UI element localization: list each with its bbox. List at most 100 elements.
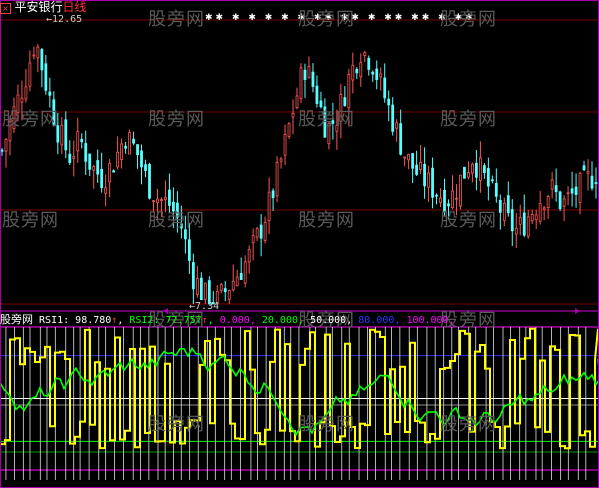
candle-up <box>92 166 96 171</box>
candle-down <box>399 123 403 155</box>
candle-up <box>502 203 506 221</box>
candle-down <box>387 98 391 106</box>
candle-up <box>36 46 40 59</box>
candle-down <box>367 57 371 70</box>
candle-down <box>44 63 48 91</box>
candle-up <box>291 113 295 118</box>
candle-up <box>20 97 24 103</box>
candle-down <box>80 138 84 143</box>
legend-rsi2: RSI2: 77.757↑, <box>129 315 220 326</box>
candle-up <box>299 67 303 99</box>
period-label[interactable]: 日线 <box>63 0 87 14</box>
candle-down <box>582 165 586 171</box>
candle-up <box>60 124 64 146</box>
candle-down <box>136 144 139 156</box>
candle-up <box>403 156 407 159</box>
candle-down <box>486 168 490 187</box>
candle-down <box>435 194 438 197</box>
candle-up <box>307 66 311 79</box>
rsi-signal-lines <box>5 327 587 480</box>
candle-down <box>490 179 494 182</box>
candle-up <box>251 235 255 243</box>
candle-up <box>562 198 566 207</box>
candle-down <box>140 150 143 168</box>
candle-down <box>510 209 514 232</box>
candle-up <box>116 151 120 168</box>
watermark-17: 股旁网 <box>440 414 497 435</box>
candle-down <box>124 145 127 149</box>
watermark-8: 股旁网 <box>2 210 59 231</box>
candle-down <box>64 119 68 151</box>
candle-up <box>542 207 546 210</box>
candle-up <box>586 171 590 174</box>
high-price-label: ←12.65 <box>46 14 83 25</box>
candle-down <box>100 169 104 189</box>
candle-up <box>419 162 422 171</box>
candle-down <box>415 164 419 175</box>
candle-up <box>275 161 279 197</box>
watermark-1: 股旁网 <box>148 9 205 30</box>
candle-down <box>84 143 88 162</box>
candle-down <box>590 175 594 189</box>
square-x-icon[interactable]: × <box>0 2 11 14</box>
candle-up <box>518 217 522 225</box>
candle-down <box>355 68 359 74</box>
candle-up <box>128 132 131 155</box>
candle-down <box>0 149 4 152</box>
candle-up <box>28 62 32 87</box>
candle-up <box>379 73 383 78</box>
candle-up <box>439 197 442 203</box>
candle-up <box>550 179 554 190</box>
candle-up <box>359 62 363 78</box>
candle-down <box>259 224 263 239</box>
candle-down <box>554 185 558 193</box>
candle-down <box>475 162 478 178</box>
watermark-2: 股旁网 <box>298 9 355 30</box>
candle-up <box>247 249 251 263</box>
candle-up <box>263 222 267 241</box>
candle-up <box>219 284 223 291</box>
candle-up <box>24 86 28 100</box>
candle-up <box>231 280 235 291</box>
candle-up <box>279 158 283 162</box>
watermark-16: 股旁网 <box>298 414 355 435</box>
legend-rsi1: RSI1: 98.780↑, <box>39 315 130 326</box>
candle-down <box>88 153 92 170</box>
candle-down <box>375 68 379 81</box>
candle-up <box>104 187 108 194</box>
candle-down <box>48 91 52 96</box>
legend-rsi1-value: 98.780 <box>75 315 112 326</box>
candle-up <box>243 261 247 284</box>
stock-name: 平安银行 <box>14 0 63 14</box>
watermark-9: 股旁网 <box>148 210 205 231</box>
legend-level-20: 20.000, <box>261 315 305 326</box>
candle-down <box>199 277 203 301</box>
candle-up <box>514 227 518 235</box>
candle-down <box>96 160 100 175</box>
high-price-value: 12.65 <box>52 14 83 25</box>
candlestick-series <box>0 44 598 305</box>
candle-down <box>558 191 562 210</box>
candle-up <box>152 200 155 203</box>
legend-rsi1-label: RSI1: <box>39 315 70 326</box>
candle-up <box>578 173 582 203</box>
candle-down <box>423 163 426 187</box>
candle-down <box>168 189 171 206</box>
candle-down <box>463 166 466 179</box>
candle-down <box>482 165 486 174</box>
candle-up <box>526 216 530 237</box>
candle-up <box>351 64 355 81</box>
candle-down <box>411 153 415 169</box>
candle-down <box>498 199 502 213</box>
candle-down <box>315 85 319 104</box>
candle-down <box>68 153 72 163</box>
candle-down <box>391 104 395 132</box>
candle-up <box>195 278 199 295</box>
candle-up <box>255 228 259 238</box>
divider-arrow-right <box>575 308 580 314</box>
candle-down <box>574 186 578 195</box>
candle-up <box>471 163 474 174</box>
watermark-3: 股旁网 <box>440 9 497 30</box>
candle-down <box>494 182 498 197</box>
candle-down <box>303 69 307 80</box>
